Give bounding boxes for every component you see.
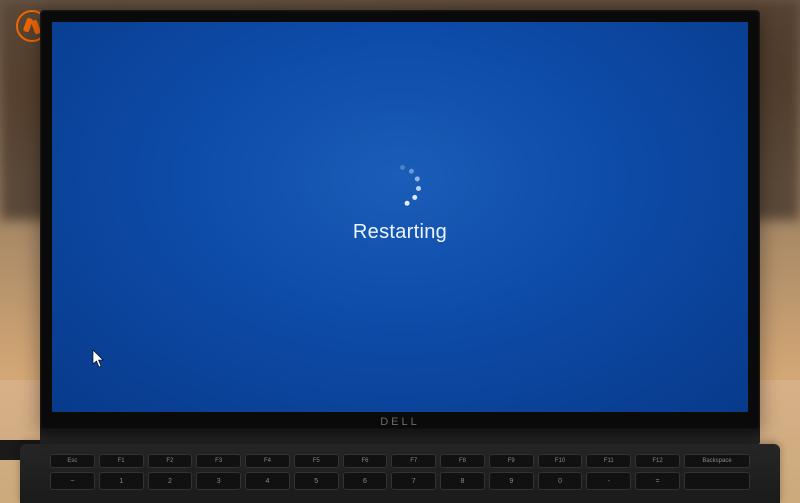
key: Backspace — [684, 454, 750, 468]
key: 3 — [196, 472, 241, 490]
key — [684, 472, 750, 490]
laptop: Restarting DELL Esc F1 F2 F3 F4 F5 F6 F7… — [40, 10, 760, 503]
key: 5 — [294, 472, 339, 490]
laptop-keyboard: Esc F1 F2 F3 F4 F5 F6 F7 F8 F9 F10 F11 F… — [20, 444, 780, 503]
key: F9 — [489, 454, 534, 468]
screen-bezel: Restarting DELL — [40, 10, 760, 430]
windows-restart-screen: Restarting — [52, 22, 748, 412]
key: F7 — [391, 454, 436, 468]
key: F4 — [245, 454, 290, 468]
key: F6 — [343, 454, 388, 468]
key: F5 — [294, 454, 339, 468]
key: 0 — [538, 472, 583, 490]
key: F11 — [586, 454, 631, 468]
laptop-hinge — [40, 430, 760, 444]
key: 9 — [489, 472, 534, 490]
key: F8 — [440, 454, 485, 468]
key: 4 — [245, 472, 290, 490]
key: F12 — [635, 454, 680, 468]
key: Esc — [50, 454, 95, 468]
key: F10 — [538, 454, 583, 468]
key: - — [586, 472, 631, 490]
status-message: Restarting — [52, 221, 748, 244]
laptop-brand-logo: DELL — [380, 416, 420, 428]
key: 2 — [148, 472, 193, 490]
key: 6 — [343, 472, 388, 490]
key: 7 — [391, 472, 436, 490]
mouse-cursor-icon — [92, 350, 106, 368]
key: = — [635, 472, 680, 490]
key: 1 — [99, 472, 144, 490]
key: 8 — [440, 472, 485, 490]
key: F1 — [99, 454, 144, 468]
key: F2 — [148, 454, 193, 468]
key: ~ — [50, 472, 95, 490]
key: F3 — [196, 454, 241, 468]
loading-spinner-icon — [379, 165, 421, 207]
